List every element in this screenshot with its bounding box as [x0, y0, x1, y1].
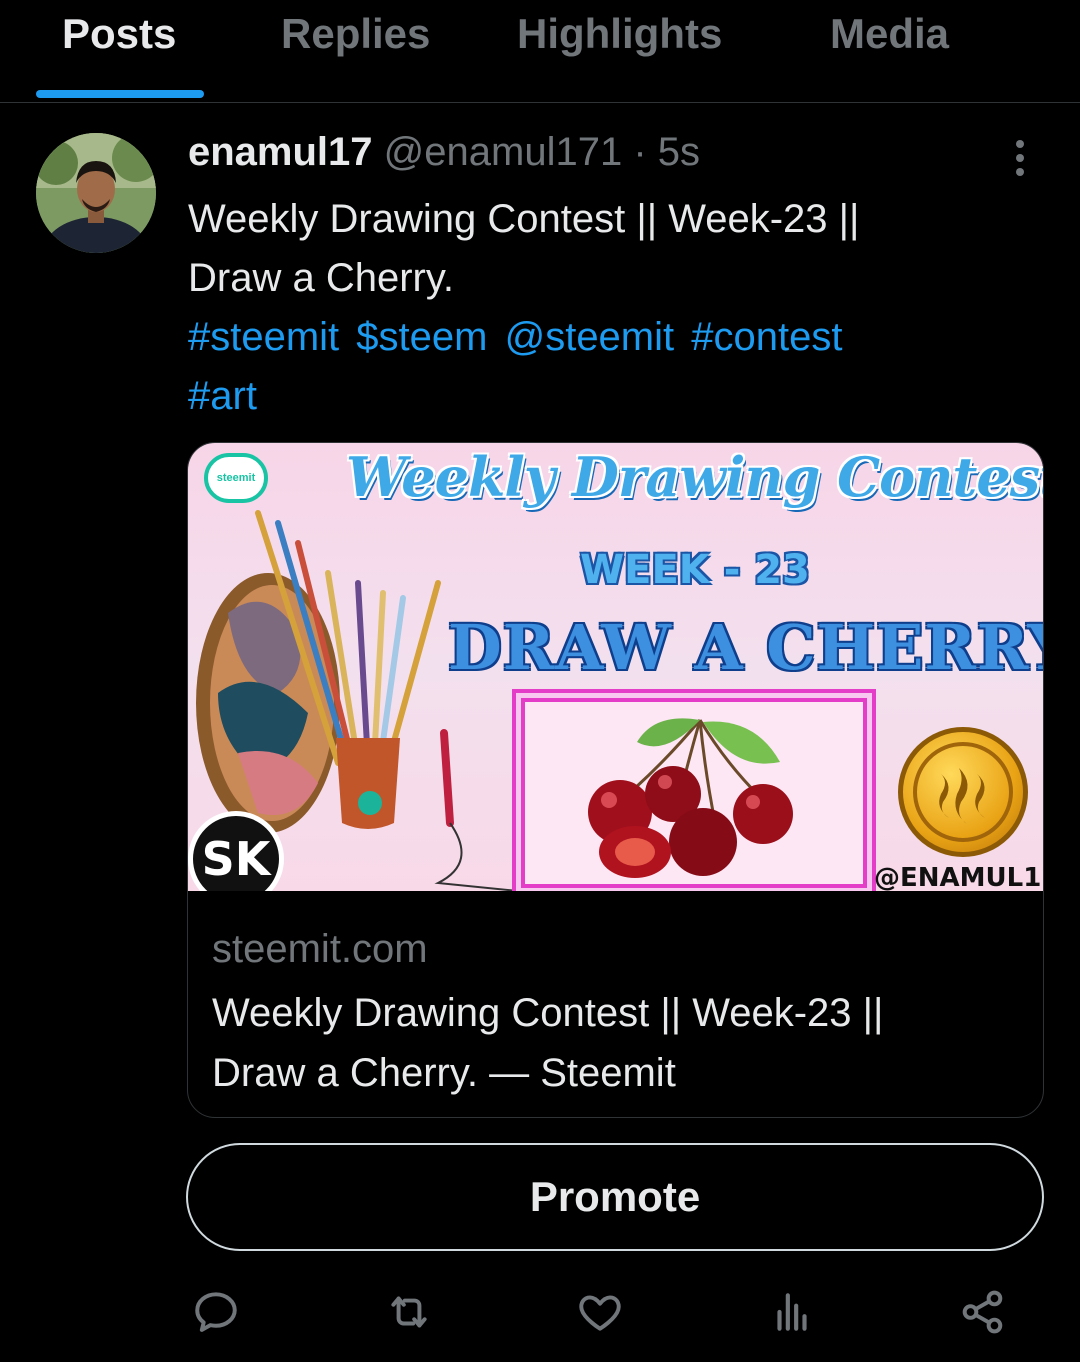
repost-button[interactable] — [381, 1286, 437, 1338]
display-name[interactable]: enamul17 — [188, 130, 373, 174]
image-credit: @ENAMUL17 — [874, 863, 1044, 891]
image-week-label: WEEK - 23 — [580, 547, 810, 593]
heart-icon — [579, 1295, 621, 1331]
card-title: Weekly Drawing Contest || Week-23 || Dra… — [212, 983, 1012, 1103]
post-text: Weekly Drawing Contest || Week-23 || Dra… — [188, 190, 1008, 308]
share-button[interactable] — [955, 1286, 1011, 1338]
cherry-photo-frame — [521, 698, 867, 888]
tab-posts[interactable]: Posts — [62, 10, 176, 60]
hashtag-art[interactable]: #art — [188, 374, 257, 418]
steem-coin-icon — [898, 727, 1028, 857]
post-timestamp[interactable]: 5s — [658, 130, 700, 174]
post-header: enamul17 @enamul171 · 5s — [188, 130, 700, 176]
post-text-line: Draw a Cherry. — [188, 256, 454, 300]
views-button[interactable] — [764, 1286, 820, 1338]
hashtag-contest[interactable]: #contest — [691, 315, 842, 359]
card-domain: steemit.com — [212, 927, 428, 971]
card-title-line: Draw a Cherry. — Steemit — [212, 1051, 676, 1095]
profile-tabs: Posts Replies Highlights Media — [0, 0, 1080, 103]
cashtag-steem[interactable]: $steem — [356, 315, 487, 359]
post-links: #steemit $steem @steemit #contest #art — [188, 308, 1008, 426]
card-title-line: Weekly Drawing Contest || Week-23 || — [212, 991, 884, 1035]
like-button[interactable] — [572, 1286, 628, 1338]
repost-icon — [391, 1296, 427, 1328]
tab-media[interactable]: Media — [830, 10, 949, 60]
card-image: steemit Weekly Drawing Contest WEEK - 23… — [188, 443, 1044, 891]
avatar[interactable] — [36, 133, 156, 253]
share-icon — [962, 1290, 1003, 1334]
separator-dot: · — [633, 130, 647, 174]
avatar-image — [36, 133, 156, 253]
image-title: Weekly Drawing Contest — [346, 445, 1044, 509]
image-subtitle: DRAW A CHERRY. — [448, 611, 1044, 684]
mention-steemit[interactable]: @steemit — [505, 315, 675, 359]
reply-icon — [195, 1292, 237, 1332]
promote-button[interactable]: Promote — [186, 1143, 1044, 1251]
user-handle[interactable]: @enamul171 — [384, 130, 623, 174]
analytics-icon — [777, 1293, 807, 1331]
post-text-line: Weekly Drawing Contest || Week-23 || — [188, 197, 860, 241]
steemit-logo-icon: steemit — [204, 453, 268, 503]
tab-replies[interactable]: Replies — [281, 10, 430, 60]
tab-highlights[interactable]: Highlights — [517, 10, 722, 60]
more-options-icon[interactable] — [1000, 136, 1040, 180]
link-preview-card[interactable]: steemit Weekly Drawing Contest WEEK - 23… — [187, 442, 1044, 1118]
reply-button[interactable] — [188, 1286, 244, 1338]
hashtag-steemit[interactable]: #steemit — [188, 315, 339, 359]
active-tab-indicator — [36, 90, 204, 98]
cherry-icon — [588, 718, 793, 878]
